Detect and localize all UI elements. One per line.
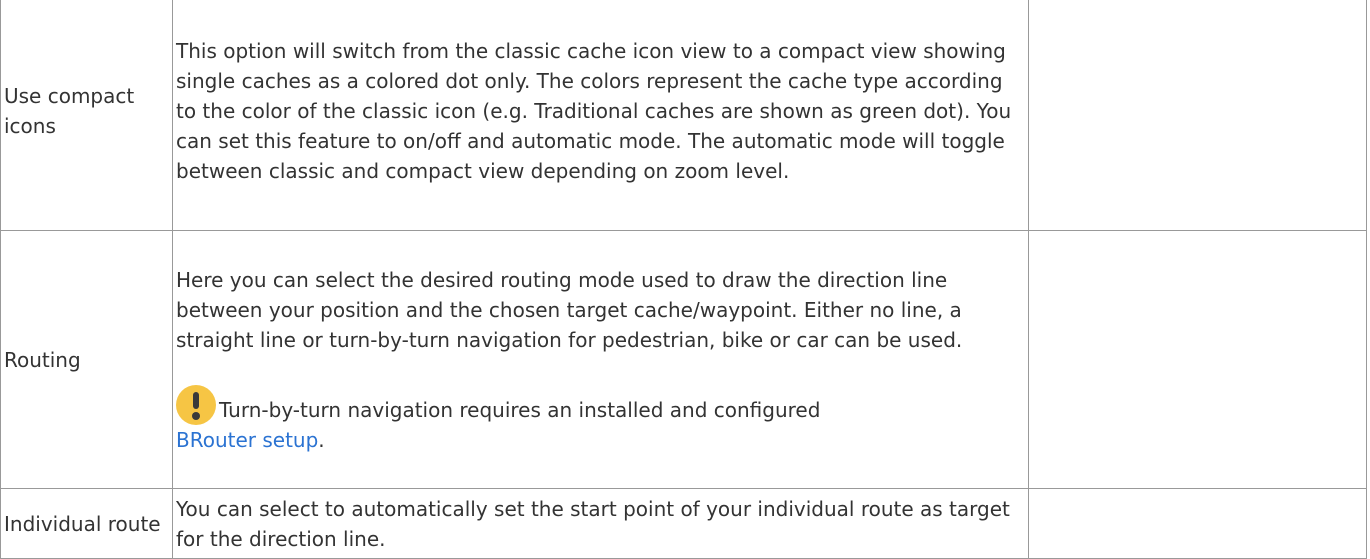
settings-table: Use compact icons This option will switc… <box>0 0 1367 559</box>
option-description: You can select to automatically set the … <box>172 488 1029 559</box>
exclamation-icon <box>176 384 216 425</box>
table-row: Individual route You can select to autom… <box>0 488 1367 559</box>
note: Turn-by-turn navigation requires an inst… <box>176 384 1026 425</box>
option-name: Use compact icons <box>0 0 173 231</box>
option-name: Individual route <box>0 488 173 559</box>
option-description: Here you can select the desired routing … <box>176 267 963 352</box>
table-row: Use compact icons This option will switc… <box>0 0 1367 231</box>
option-description-cell: Here you can select the desired routing … <box>172 230 1029 489</box>
option-extra <box>1028 0 1367 231</box>
option-extra <box>1028 488 1367 559</box>
note-text: Turn-by-turn navigation requires an inst… <box>219 397 821 422</box>
table-row: Routing Here you can select the desired … <box>0 230 1367 489</box>
brouter-setup-link[interactable]: BRouter setup <box>176 428 318 452</box>
option-name: Routing <box>0 230 173 489</box>
note-link-line: BRouter setup. <box>176 425 1026 455</box>
option-extra <box>1028 230 1367 489</box>
option-description: This option will switch from the classic… <box>172 0 1029 231</box>
note-trailing: . <box>318 427 325 452</box>
